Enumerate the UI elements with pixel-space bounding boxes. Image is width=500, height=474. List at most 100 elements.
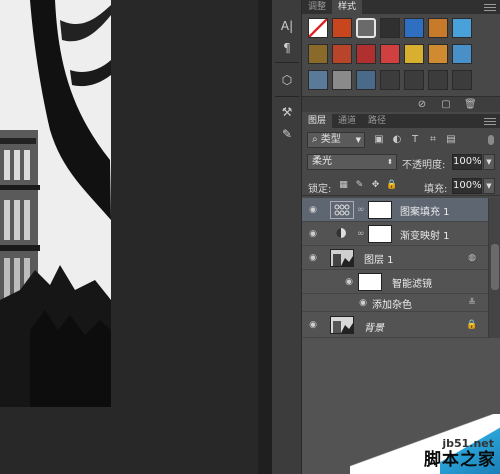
style-swatch[interactable] bbox=[380, 18, 400, 38]
tab-adjustments[interactable]: 调整 bbox=[302, 0, 332, 14]
blend-mode-label: 柔光 bbox=[312, 156, 332, 167]
layer-mask-thumbnail[interactable] bbox=[368, 225, 392, 243]
visibility-eye-icon[interactable]: ◉ bbox=[306, 228, 320, 240]
chevron-down-icon: ▼ bbox=[355, 136, 361, 144]
panel-menu-icon[interactable] bbox=[484, 0, 500, 14]
character-panel-icon[interactable]: A| bbox=[276, 16, 298, 36]
type-layer-filter-icon[interactable]: T bbox=[408, 133, 422, 147]
layer-name[interactable]: 智能滤镜 bbox=[392, 275, 432, 290]
lock-position-icon[interactable]: ✥ bbox=[370, 180, 381, 191]
layer-row-layer-1[interactable]: ◉ 图层 1 ◍ bbox=[302, 246, 488, 270]
layer-row-pattern-fill[interactable]: ◉ ∞ 图案填充 1 bbox=[302, 198, 488, 222]
panel-menu-icon[interactable] bbox=[484, 114, 500, 128]
style-swatch[interactable] bbox=[428, 70, 448, 90]
layer-name[interactable]: 背景 bbox=[364, 319, 384, 334]
photo-thumbnail-image bbox=[331, 317, 353, 333]
layer-row-add-noise[interactable]: ◉ 添加杂色 ≚ bbox=[302, 294, 488, 312]
layer-name[interactable]: 渐变映射 1 bbox=[400, 227, 450, 242]
right-panel-dock: 调整 样式 ⊘ ▢ 🗑 图层 通道 路径 ⌕ 类型 ▼ ▣ ◐ T ⌗ ▤ 柔光 ⬍… bbox=[302, 0, 500, 474]
document-image bbox=[0, 0, 111, 407]
building-photo bbox=[0, 0, 111, 407]
style-swatch[interactable] bbox=[404, 18, 424, 38]
style-swatch[interactable] bbox=[308, 44, 328, 64]
lock-transparent-pixels-icon[interactable]: ▦ bbox=[338, 180, 349, 191]
style-swatch[interactable] bbox=[452, 18, 472, 38]
background-thumbnail[interactable] bbox=[330, 316, 354, 334]
lock-all-icon[interactable]: 🔒 bbox=[386, 180, 397, 191]
fill-dropdown-button[interactable]: ▼ bbox=[483, 178, 495, 194]
visibility-eye-icon[interactable]: ◉ bbox=[306, 204, 320, 216]
style-swatch[interactable] bbox=[332, 44, 352, 64]
style-swatch[interactable] bbox=[404, 70, 424, 90]
lock-fill-row: 锁定: ▦ ✎ ✥ 🔒 填充: 100% ▼ bbox=[302, 176, 500, 196]
smart-object-filter-icon[interactable]: ▤ bbox=[444, 133, 458, 147]
opacity-dropdown-button[interactable]: ▼ bbox=[483, 154, 495, 170]
pattern-fill-thumbnail[interactable] bbox=[330, 201, 354, 219]
blend-mode-select[interactable]: 柔光 ⬍ bbox=[307, 154, 397, 170]
style-swatch[interactable] bbox=[404, 44, 424, 64]
kind-filter-label: 类型 bbox=[320, 134, 341, 145]
layer-filter-row: ⌕ 类型 ▼ ▣ ◐ T ⌗ ▤ bbox=[302, 130, 500, 150]
no-style-icon[interactable]: ⊘ bbox=[416, 99, 428, 111]
mask-link-icon[interactable]: ∞ bbox=[357, 203, 365, 217]
document-canvas[interactable] bbox=[0, 0, 258, 474]
style-swatch[interactable] bbox=[356, 18, 376, 38]
visibility-eye-icon[interactable]: ◉ bbox=[306, 252, 320, 264]
style-swatch[interactable] bbox=[308, 70, 328, 90]
layer-name[interactable]: 图层 1 bbox=[364, 251, 394, 266]
tool-presets-icon[interactable]: ⚒ bbox=[276, 102, 298, 122]
tab-channels[interactable]: 通道 bbox=[332, 114, 362, 128]
3d-cube-icon[interactable]: ⬡ bbox=[276, 70, 298, 90]
style-swatch[interactable] bbox=[428, 44, 448, 64]
blend-opacity-row: 柔光 ⬍ 不透明度: 100% ▼ bbox=[302, 152, 500, 172]
layer-mask-thumbnail[interactable] bbox=[368, 201, 392, 219]
photo-thumbnail-image bbox=[331, 250, 353, 266]
paragraph-panel-icon[interactable]: ¶ bbox=[276, 38, 298, 58]
strip-divider bbox=[275, 62, 299, 63]
adjustment-layer-filter-icon[interactable]: ◐ bbox=[390, 133, 404, 147]
trash-icon[interactable]: 🗑 bbox=[464, 99, 477, 111]
fill-input[interactable]: 100% bbox=[452, 178, 482, 194]
style-swatch[interactable] bbox=[380, 44, 400, 64]
style-swatch[interactable] bbox=[356, 44, 376, 64]
watermark-brand: 脚本之家 bbox=[424, 450, 496, 470]
layer-row-smart-filters[interactable]: ◉ 智能滤镜 bbox=[302, 270, 488, 294]
kind-filter-select[interactable]: ⌕ 类型 ▼ bbox=[307, 132, 365, 148]
layer-row-gradient-map[interactable]: ◉ ∞ 渐变映射 1 bbox=[302, 222, 488, 246]
lock-icon: 🔒 bbox=[466, 320, 478, 330]
style-swatch[interactable] bbox=[356, 70, 376, 90]
adjustment-thumbnail[interactable] bbox=[330, 225, 354, 243]
layer-list-scrollbar[interactable] bbox=[488, 198, 500, 338]
visibility-eye-icon[interactable]: ◉ bbox=[342, 276, 356, 288]
visibility-eye-icon[interactable]: ◉ bbox=[306, 319, 320, 331]
visibility-eye-icon[interactable]: ◉ bbox=[356, 297, 370, 309]
tab-layers[interactable]: 图层 bbox=[302, 114, 333, 128]
style-swatch[interactable] bbox=[380, 70, 400, 90]
tab-paths[interactable]: 路径 bbox=[362, 114, 392, 128]
tab-styles[interactable]: 样式 bbox=[332, 0, 363, 14]
smart-filter-mask-thumbnail[interactable] bbox=[358, 273, 382, 291]
lock-image-pixels-icon[interactable]: ✎ bbox=[354, 180, 365, 191]
smart-object-thumbnail[interactable] bbox=[330, 249, 354, 267]
style-swatch[interactable] bbox=[332, 70, 352, 90]
brush-presets-icon[interactable]: ✎ bbox=[276, 124, 298, 144]
style-swatch[interactable] bbox=[452, 70, 472, 90]
pixel-layer-filter-icon[interactable]: ▣ bbox=[372, 133, 386, 147]
layer-name[interactable]: 添加杂色 bbox=[372, 296, 412, 311]
scrollbar-thumb[interactable] bbox=[491, 244, 499, 290]
style-swatch[interactable] bbox=[332, 18, 352, 38]
styles-swatch-grid bbox=[302, 14, 500, 96]
style-swatch[interactable] bbox=[452, 44, 472, 64]
filter-toggle-switch[interactable] bbox=[488, 135, 494, 145]
style-swatch[interactable] bbox=[428, 18, 448, 38]
mask-link-icon[interactable]: ∞ bbox=[357, 227, 365, 241]
layer-name[interactable]: 图案填充 1 bbox=[400, 203, 450, 218]
new-style-icon[interactable]: ▢ bbox=[440, 99, 452, 111]
shape-layer-filter-icon[interactable]: ⌗ bbox=[426, 133, 440, 147]
layer-row-background[interactable]: ◉ 背景 🔒 bbox=[302, 312, 488, 338]
opacity-input[interactable]: 100% bbox=[452, 154, 482, 170]
strip-divider bbox=[275, 96, 299, 97]
style-swatch[interactable] bbox=[308, 18, 328, 38]
filter-blending-options-icon[interactable]: ≚ bbox=[466, 297, 478, 309]
gradient-map-icon bbox=[336, 228, 346, 238]
